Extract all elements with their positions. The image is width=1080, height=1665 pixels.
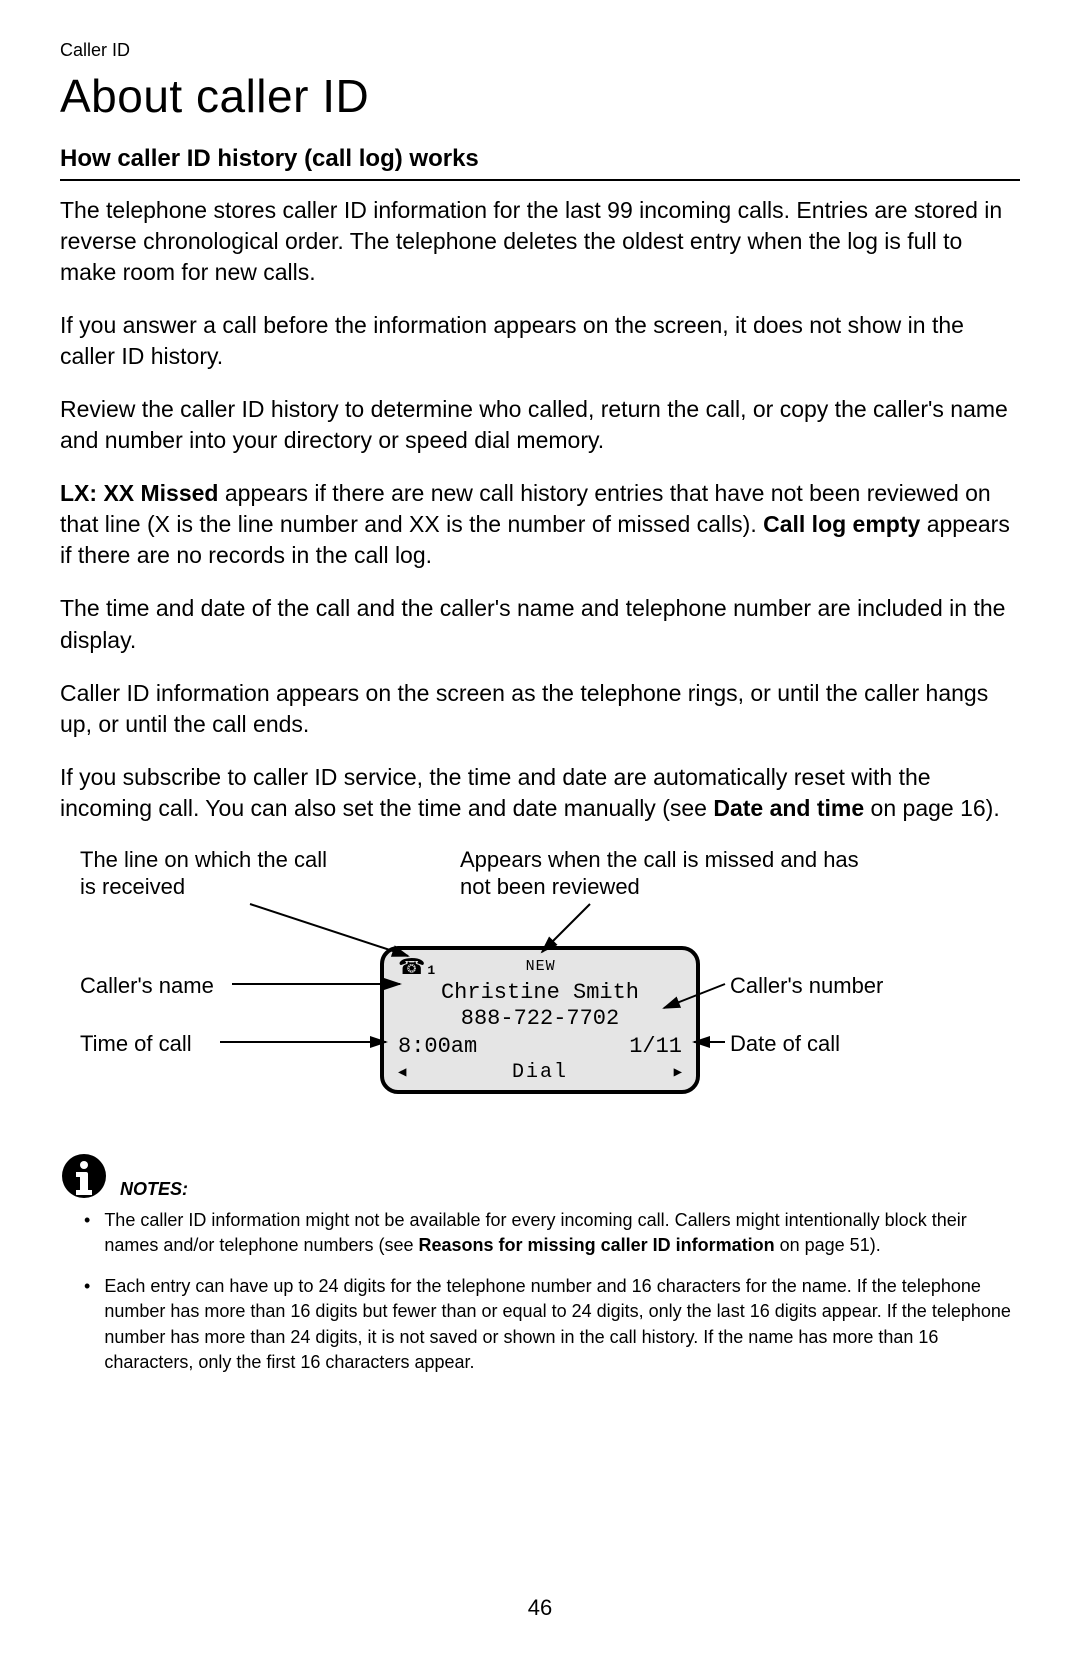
line-number: 1: [427, 963, 435, 978]
breadcrumb: Caller ID: [60, 40, 1020, 61]
lcd-softkey: Dial: [406, 1061, 673, 1084]
section-heading: How caller ID history (call log) works: [60, 145, 1020, 181]
notes-heading: NOTES:: [120, 1179, 188, 1200]
label-date-of-call: Date of call: [730, 1030, 840, 1058]
note-item-2: • Each entry can have up to 24 digits fo…: [84, 1274, 1020, 1375]
right-arrow-icon: ▶: [674, 1064, 682, 1081]
lcd-caller-name: Christine Smith: [384, 980, 696, 1005]
bullet-icon: •: [84, 1208, 90, 1258]
label-new-indicator: Appears when the call is missed and has …: [460, 846, 890, 901]
p7-end: on page 16).: [864, 795, 1000, 821]
lcd-caller-number: 888-722-7702: [384, 1006, 696, 1031]
lcd-time: 8:00am: [398, 1034, 477, 1059]
paragraph-1: The telephone stores caller ID informati…: [60, 195, 1020, 288]
p4-bold-2: Call log empty: [763, 511, 920, 537]
label-time-of-call: Time of call: [80, 1030, 192, 1058]
paragraph-2: If you answer a call before the informat…: [60, 310, 1020, 372]
lcd-date: 1/11: [629, 1034, 682, 1059]
note1-bold: Reasons for missing caller ID informatio…: [419, 1235, 775, 1255]
paragraph-4: LX: XX Missed appears if there are new c…: [60, 478, 1020, 571]
new-badge: NEW: [526, 958, 556, 975]
info-icon: [60, 1152, 108, 1200]
p4-bold-1: LX: XX Missed: [60, 480, 218, 506]
page-number: 46: [0, 1595, 1080, 1621]
label-caller-number: Caller's number: [730, 972, 883, 1000]
paragraph-5: The time and date of the call and the ca…: [60, 593, 1020, 655]
lcd-screen: ☎1 NEW Christine Smith 888-722-7702 8:00…: [380, 946, 700, 1094]
caller-id-diagram: The line on which the call is received A…: [60, 846, 1020, 1126]
paragraph-6: Caller ID information appears on the scr…: [60, 678, 1020, 740]
phone-line-icon: ☎1: [398, 956, 435, 978]
page-title: About caller ID: [60, 69, 1020, 123]
notes-section: NOTES: • The caller ID information might…: [60, 1152, 1020, 1375]
label-caller-name: Caller's name: [80, 972, 214, 1000]
note-item-1: • The caller ID information might not be…: [84, 1208, 1020, 1258]
paragraph-3: Review the caller ID history to determin…: [60, 394, 1020, 456]
p7-bold: Date and time: [713, 795, 864, 821]
note2-text: Each entry can have up to 24 digits for …: [104, 1274, 1020, 1375]
note1-b: on page 51).: [775, 1235, 881, 1255]
label-line-received: The line on which the call is received: [80, 846, 340, 901]
paragraph-7: If you subscribe to caller ID service, t…: [60, 762, 1020, 824]
bullet-icon: •: [84, 1274, 90, 1375]
left-arrow-icon: ◀: [398, 1064, 406, 1081]
